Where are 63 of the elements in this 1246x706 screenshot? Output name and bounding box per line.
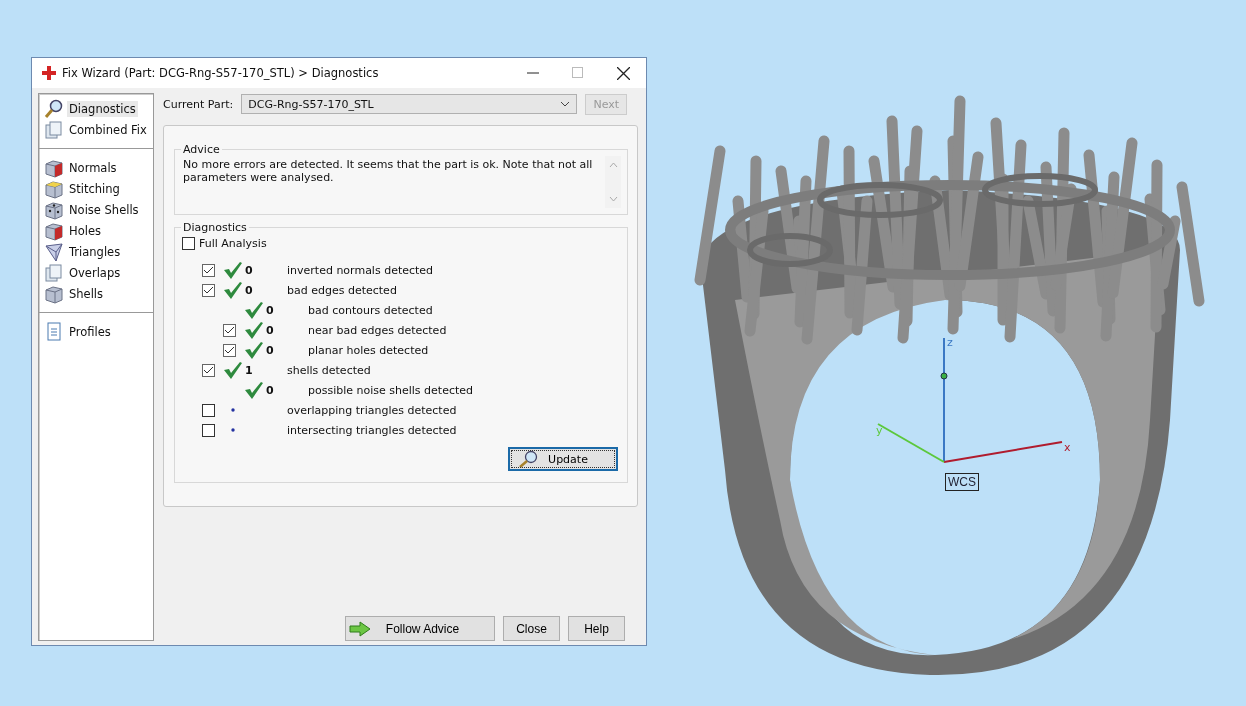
diagnostic-label: shells detected	[287, 363, 371, 377]
pages-icon	[44, 262, 64, 283]
dialog-button[interactable]: Close	[503, 616, 560, 641]
checkbox[interactable]	[202, 283, 215, 297]
group-title: Diagnostics	[182, 221, 248, 234]
diagnostic-label: planar holes detected	[308, 343, 429, 357]
checkbox[interactable]	[202, 423, 215, 437]
diagnostic-label: overlapping triangles detected	[287, 403, 457, 417]
chevron-icon	[560, 101, 571, 107]
window-title: Fix Wizard (Part: DCG-Rng-S57-170_STL) > Diagnostics	[62, 66, 379, 80]
diagnostic-label: possible noise shells detected	[308, 383, 474, 397]
count: 1	[245, 363, 253, 377]
close-icon[interactable]	[617, 66, 630, 80]
cube-icon	[44, 220, 64, 241]
group-title: Advice	[182, 143, 221, 156]
sidebar-item[interactable]: Triangles	[42, 241, 150, 262]
sidebar-item[interactable]: Profiles	[42, 321, 150, 342]
count: 0	[266, 343, 274, 357]
cube-icon	[44, 283, 64, 304]
follow-advice-button[interactable]: Follow Advice	[345, 616, 495, 641]
part-dropdown[interactable]: DCG-Rng-S57-170_STL	[241, 94, 578, 114]
arrow-icon	[349, 620, 371, 637]
sidebar-item[interactable]: Holes	[42, 220, 150, 241]
axis-label: y	[876, 424, 883, 437]
sidebar-item[interactable]: Noise Shells	[42, 199, 150, 220]
cube-icon	[44, 157, 64, 178]
document-icon	[44, 321, 64, 342]
checkbox[interactable]	[202, 363, 215, 377]
axis-label: z	[947, 336, 953, 349]
count: 0	[266, 383, 274, 397]
checkbox[interactable]	[223, 323, 236, 337]
app-icon	[42, 66, 56, 80]
y-axis	[877, 423, 945, 463]
diagnostic-label: bad contours detected	[308, 303, 433, 317]
advice-text: No more errors are detected. It seems that the part is ok. Note that not all parameters were analysed.	[183, 157, 594, 186]
update-button[interactable]: Update	[508, 447, 618, 471]
checkbox-label: Full Analysis	[199, 237, 267, 250]
triangle-icon	[44, 241, 64, 262]
field-label: Current Part:	[163, 97, 234, 111]
count: 0	[245, 263, 253, 277]
diagnostic-label: near bad edges detected	[308, 323, 447, 337]
checkbox[interactable]	[202, 263, 215, 277]
diagnostic-label: inverted normals detected	[287, 263, 434, 277]
dice-icon	[44, 199, 64, 220]
checkbox[interactable]	[223, 343, 236, 357]
checkbox[interactable]	[202, 403, 215, 417]
sidebar-item[interactable]: Combined Fix	[42, 119, 150, 140]
sidebar-item[interactable]: Overlaps	[42, 262, 150, 283]
magnifier-icon	[44, 98, 64, 119]
cube-icon	[44, 178, 64, 199]
count: 0	[266, 323, 274, 337]
diagnostic-label: intersecting triangles detected	[287, 423, 457, 437]
sidebar-item[interactable]: Normals	[42, 157, 150, 178]
count: 0	[245, 283, 253, 297]
dialog-button[interactable]: Help	[568, 616, 625, 641]
sidebar-item[interactable]: Stitching	[42, 178, 150, 199]
sidebar-item[interactable]: Shells	[42, 283, 150, 304]
checkbox[interactable]	[182, 237, 195, 250]
pages-icon	[44, 119, 64, 140]
diagnostic-label: bad edges detected	[287, 283, 397, 297]
count: 0	[266, 303, 274, 317]
frame-label: WCS	[945, 473, 979, 491]
axis-label: x	[1064, 441, 1071, 454]
